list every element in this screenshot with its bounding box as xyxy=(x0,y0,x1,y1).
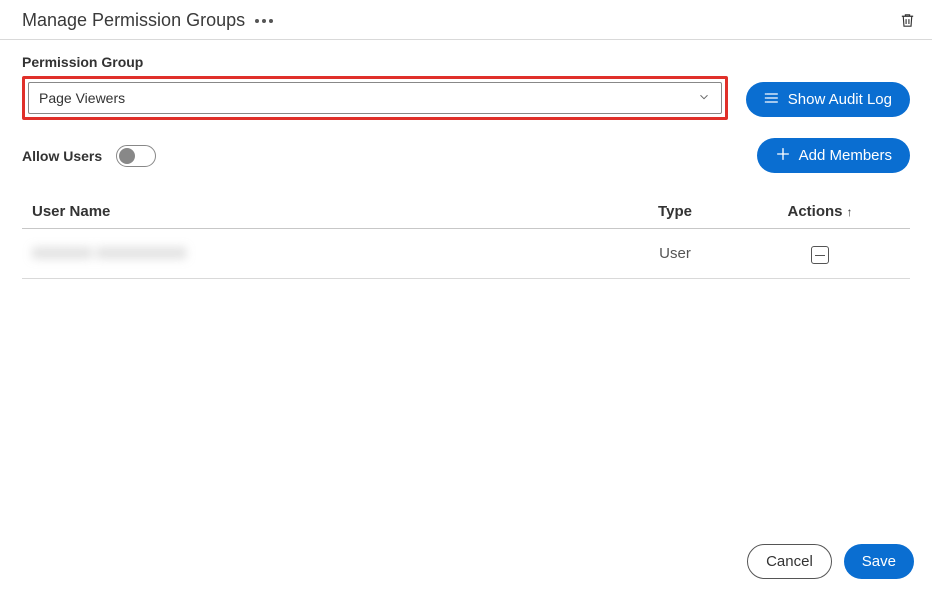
header-type[interactable]: Type xyxy=(610,203,740,220)
page-header: Manage Permission Groups xyxy=(0,0,932,40)
remove-member-icon[interactable] xyxy=(811,246,829,264)
cancel-button[interactable]: Cancel xyxy=(747,544,832,579)
add-members-label: Add Members xyxy=(799,147,892,164)
allow-users-group: Allow Users xyxy=(22,145,156,167)
table-header: User Name Type Actions ↑ xyxy=(22,195,910,229)
row-user-name: XXXXXX XXXXXXXXX xyxy=(32,245,610,262)
plus-icon xyxy=(775,146,791,166)
add-members-button[interactable]: Add Members xyxy=(757,138,910,173)
toggle-knob xyxy=(119,148,135,164)
row-actions xyxy=(740,243,900,264)
audit-log-icon xyxy=(764,90,780,110)
permission-group-row: Permission Group Page Viewers Show Audit… xyxy=(22,54,910,120)
row-type: User xyxy=(610,245,740,262)
allow-users-row: Allow Users Add Members xyxy=(22,138,910,173)
permission-group-select[interactable]: Page Viewers xyxy=(28,82,722,114)
page-title: Manage Permission Groups xyxy=(22,10,245,31)
allow-users-toggle[interactable] xyxy=(116,145,156,167)
more-actions-icon[interactable] xyxy=(255,19,273,23)
user-name-blurred: XXXXXX XXXXXXXXX xyxy=(32,245,186,262)
cancel-label: Cancel xyxy=(766,553,813,570)
show-audit-log-button[interactable]: Show Audit Log xyxy=(746,82,910,117)
permission-group-value: Page Viewers xyxy=(39,90,125,106)
footer-actions: Cancel Save xyxy=(747,544,914,579)
members-table: User Name Type Actions ↑ XXXXXX XXXXXXXX… xyxy=(22,195,910,279)
chevron-down-icon xyxy=(697,90,711,107)
permission-group-highlight: Page Viewers xyxy=(22,76,728,120)
save-button[interactable]: Save xyxy=(844,544,914,579)
save-label: Save xyxy=(862,553,896,570)
show-audit-log-label: Show Audit Log xyxy=(788,91,892,108)
header-left: Manage Permission Groups xyxy=(22,10,273,31)
delete-icon[interactable] xyxy=(899,12,916,29)
permission-group-field: Permission Group Page Viewers xyxy=(22,54,728,120)
table-row: XXXXXX XXXXXXXXX User xyxy=(22,229,910,279)
header-actions[interactable]: Actions ↑ xyxy=(740,203,900,220)
permission-group-label: Permission Group xyxy=(22,54,728,70)
sort-asc-icon: ↑ xyxy=(847,205,853,219)
allow-users-label: Allow Users xyxy=(22,148,102,164)
content-area: Permission Group Page Viewers Show Audit… xyxy=(0,40,932,279)
header-actions-label: Actions xyxy=(787,203,842,220)
header-user-name[interactable]: User Name xyxy=(32,203,610,220)
